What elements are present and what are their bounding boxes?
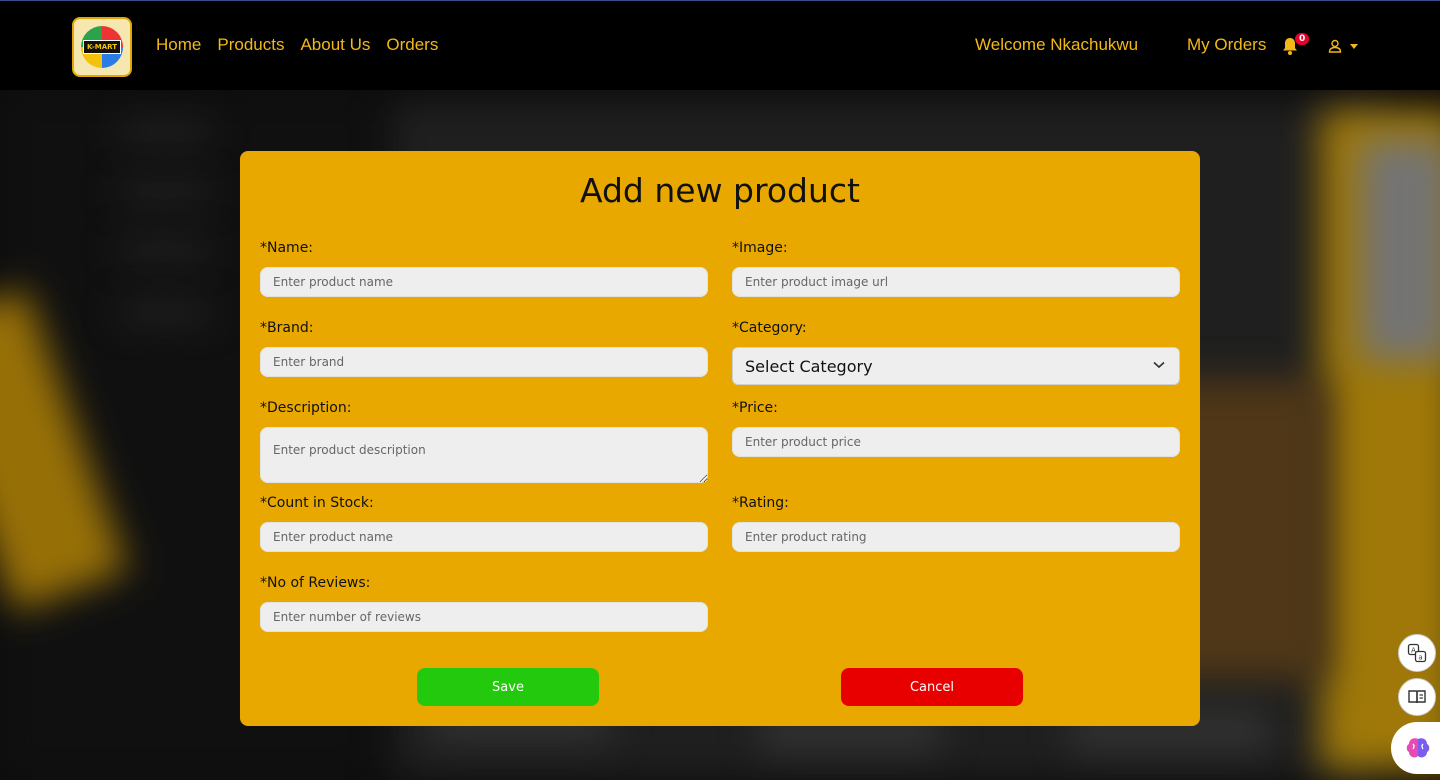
- welcome-text: Welcome Nkachukwu: [975, 35, 1139, 54]
- brand-label: *Brand:: [260, 320, 314, 336]
- top-navbar: K-MART Home Products About Us Orders Wel…: [0, 0, 1440, 90]
- brand-input[interactable]: [260, 347, 708, 377]
- chevron-down-icon: [1153, 361, 1165, 369]
- add-product-modal: Add new product *Name: *Image: *Brand: *…: [240, 151, 1200, 726]
- category-label: *Category:: [732, 320, 807, 336]
- logo-emblem-icon: K-MART: [81, 26, 123, 68]
- num-reviews-label: *No of Reviews:: [260, 575, 371, 591]
- image-url-input[interactable]: [732, 267, 1180, 297]
- chevron-down-icon: [1350, 43, 1358, 49]
- svg-text:a: a: [1418, 654, 1422, 662]
- count-in-stock-input[interactable]: [260, 522, 708, 552]
- category-selected-value: Select Category: [745, 356, 873, 376]
- rating-input[interactable]: [732, 522, 1180, 552]
- description-textarea[interactable]: [260, 427, 708, 483]
- reader-icon: [1408, 690, 1426, 704]
- save-button[interactable]: Save: [417, 668, 599, 706]
- main-nav: Home Products About Us Orders: [156, 35, 438, 55]
- svg-text:A: A: [1411, 647, 1416, 655]
- cancel-button[interactable]: Cancel: [841, 668, 1023, 706]
- description-label: *Description:: [260, 400, 352, 416]
- reader-button[interactable]: [1398, 678, 1436, 716]
- brand-logo[interactable]: K-MART: [72, 17, 132, 77]
- logo-text: K-MART: [83, 40, 121, 54]
- price-input[interactable]: [732, 427, 1180, 457]
- name-label: *Name:: [260, 240, 314, 256]
- translate-button[interactable]: A a: [1398, 634, 1436, 672]
- num-reviews-input[interactable]: [260, 602, 708, 632]
- category-select[interactable]: Select Category: [732, 347, 1180, 385]
- my-orders-link[interactable]: My Orders: [1187, 35, 1266, 54]
- modal-title: Add new product: [579, 171, 860, 210]
- notification-count-badge: 0: [1295, 33, 1310, 45]
- image-label: *Image:: [732, 240, 788, 256]
- notifications-button[interactable]: 0: [1282, 33, 1310, 55]
- brain-icon: [1406, 738, 1430, 758]
- nav-about-link[interactable]: About Us: [300, 35, 370, 55]
- nav-home-link[interactable]: Home: [156, 35, 201, 55]
- price-label: *Price:: [732, 400, 778, 416]
- translate-icon: A a: [1407, 643, 1427, 663]
- user-icon: [1328, 39, 1342, 53]
- nav-orders-link[interactable]: Orders: [386, 35, 438, 55]
- name-input[interactable]: [260, 267, 708, 297]
- rating-label: *Rating:: [732, 495, 789, 511]
- nav-products-link[interactable]: Products: [217, 35, 284, 55]
- ai-assistant-button[interactable]: [1391, 722, 1440, 774]
- user-menu-toggle[interactable]: [1328, 39, 1358, 53]
- my-orders: My Orders: [1187, 35, 1266, 55]
- count-in-stock-label: *Count in Stock:: [260, 495, 374, 511]
